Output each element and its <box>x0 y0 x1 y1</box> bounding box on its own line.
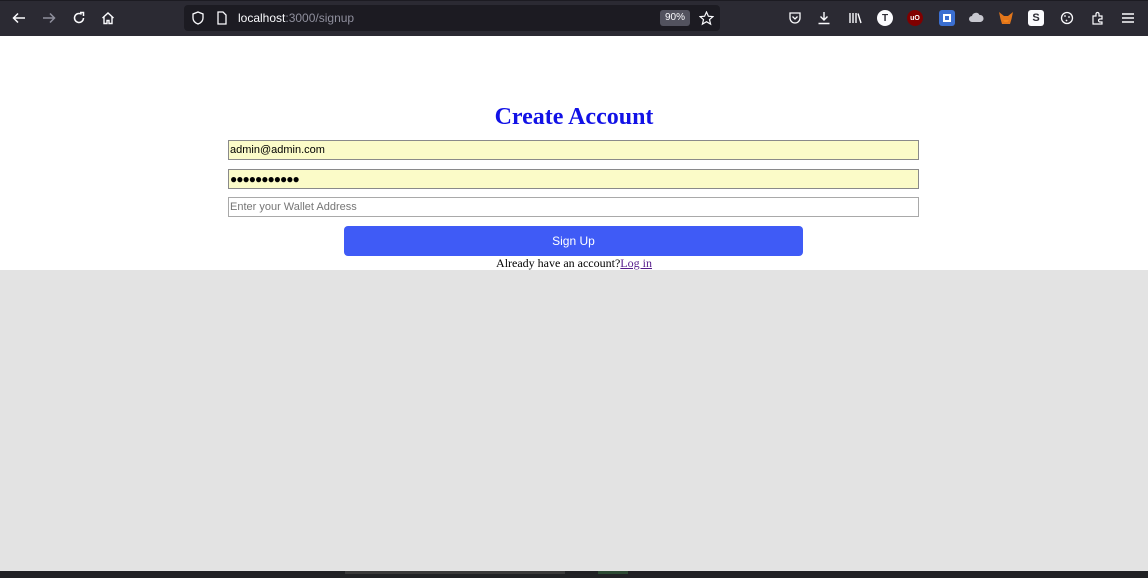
password-mask: ●●●●●●●●●●● <box>230 172 300 186</box>
extensions-puzzle-icon[interactable] <box>1088 8 1108 28</box>
email-field[interactable]: admin@admin.com <box>228 140 919 160</box>
signup-page: Create Account admin@admin.com ●●●●●●●●●… <box>0 36 1148 270</box>
zoom-badge[interactable]: 90% <box>660 10 691 26</box>
menu-icon[interactable] <box>1118 8 1138 28</box>
login-link[interactable]: Log in <box>620 256 652 270</box>
url-text[interactable]: localhost:3000/signup <box>238 11 354 25</box>
extension-cookie-icon[interactable] <box>1057 8 1077 28</box>
signup-button[interactable]: Sign Up <box>344 226 803 256</box>
extension-cloud-icon[interactable] <box>966 8 986 28</box>
browser-toolbar: localhost:3000/signup 90% T uO S <box>0 0 1148 36</box>
toolbar-top-line <box>0 0 1148 1</box>
pocket-icon[interactable] <box>785 8 805 28</box>
library-icon[interactable] <box>845 8 865 28</box>
bookmark-star-icon[interactable] <box>696 8 716 28</box>
metamask-icon[interactable] <box>998 10 1014 26</box>
login-prompt: Already have an account? <box>496 256 621 270</box>
url-bar[interactable]: localhost:3000/signup 90% <box>184 5 720 31</box>
extension-blue-icon[interactable] <box>939 10 955 26</box>
password-field[interactable]: ●●●●●●●●●●● <box>228 169 919 189</box>
wallet-address-field[interactable]: Enter your Wallet Address <box>228 197 919 217</box>
download-icon[interactable] <box>814 8 834 28</box>
url-host: localhost <box>238 11 286 25</box>
login-prompt-line: Already have an account?Log in <box>0 256 1148 271</box>
ublock-icon[interactable]: uO <box>907 10 923 26</box>
taskbar-item[interactable] <box>345 571 565 574</box>
extension-t-icon[interactable]: T <box>877 10 893 26</box>
shield-icon[interactable] <box>188 8 208 28</box>
home-icon[interactable] <box>98 8 118 28</box>
taskbar-strip <box>0 571 1148 578</box>
extension-s-icon[interactable]: S <box>1028 10 1044 26</box>
forward-icon[interactable] <box>39 8 59 28</box>
wallet-placeholder: Enter your Wallet Address <box>230 201 357 213</box>
page-icon[interactable] <box>212 8 232 28</box>
page-title: Create Account <box>494 104 654 130</box>
url-path: :3000/signup <box>285 11 355 25</box>
back-icon[interactable] <box>9 8 29 28</box>
reload-icon[interactable] <box>69 8 89 28</box>
taskbar-item[interactable] <box>598 571 628 574</box>
